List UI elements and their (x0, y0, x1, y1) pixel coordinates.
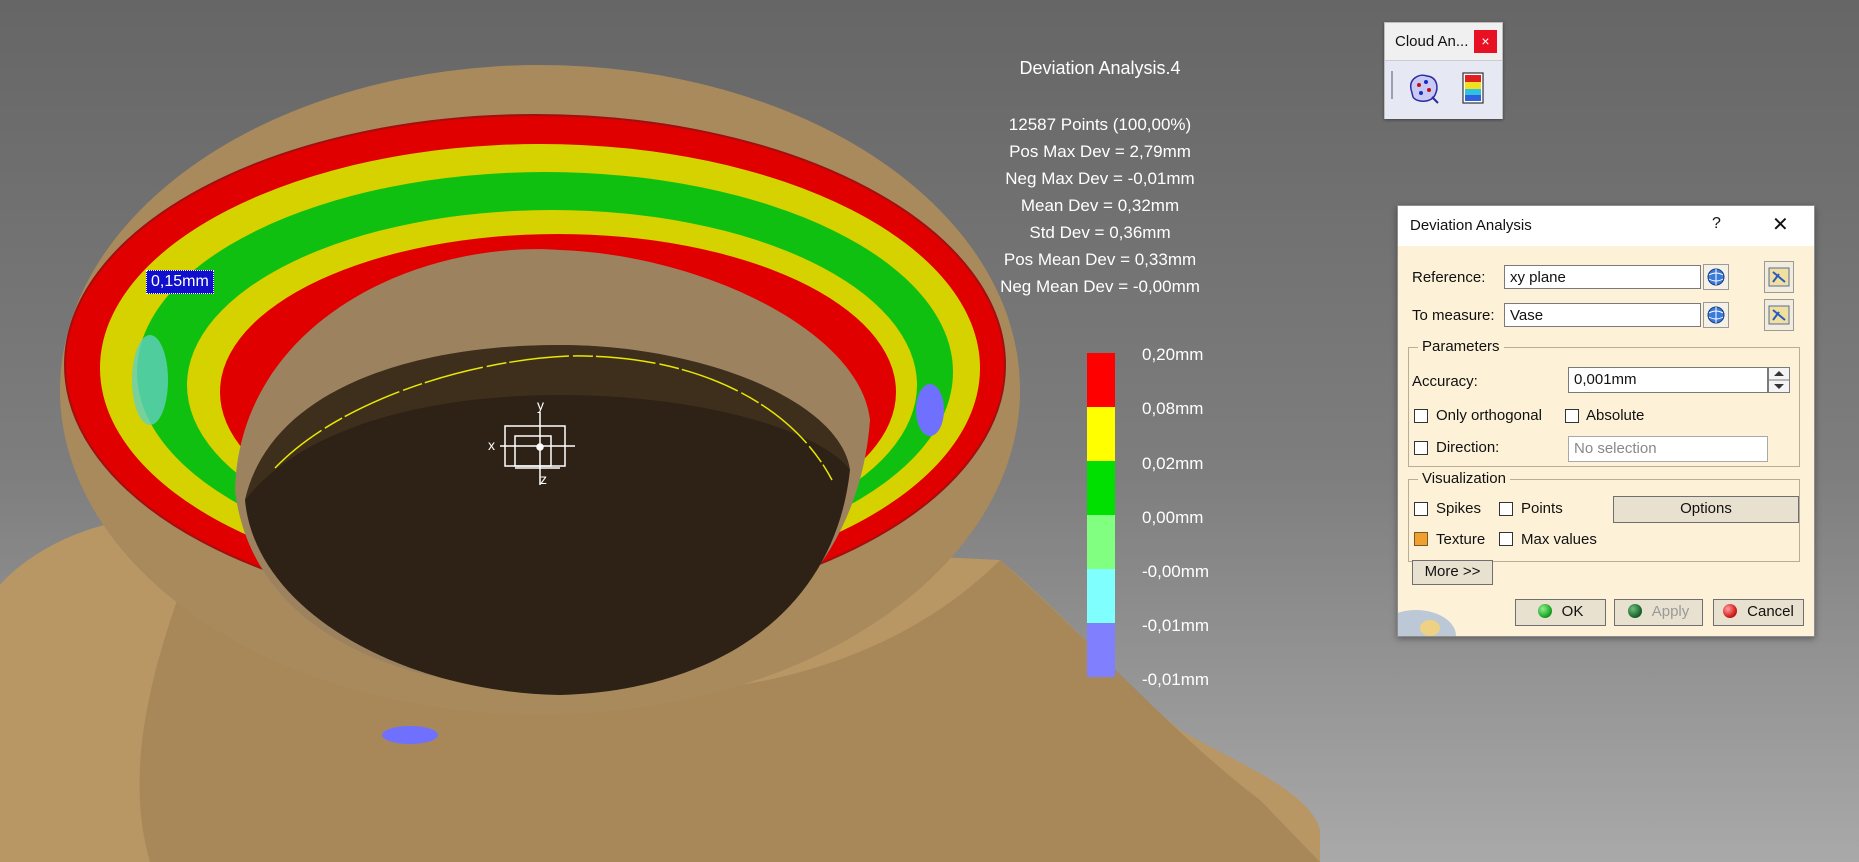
stat-pos-mean-dev: Pos Mean Dev = 0,33mm (1003, 250, 1197, 269)
reference-field[interactable]: xy plane (1504, 265, 1701, 289)
accuracy-label: Accuracy: (1412, 373, 1478, 390)
cancel-button[interactable]: Cancel (1713, 599, 1804, 626)
texture-checkbox[interactable] (1414, 532, 1428, 546)
apply-status-icon (1627, 604, 1642, 618)
spinner-arrows-icon[interactable] (1768, 367, 1790, 393)
apply-button[interactable]: Apply (1614, 599, 1703, 626)
parameters-title: Parameters (1418, 338, 1504, 355)
axis-y-label: y (537, 397, 544, 413)
deviation-color-icon[interactable] (1459, 70, 1489, 106)
spikes-label: Spikes (1436, 500, 1482, 517)
reference-globe-button[interactable] (1703, 264, 1729, 290)
direction-label: Direction: (1436, 439, 1500, 456)
cloud-analysis-icon[interactable] (1405, 71, 1441, 105)
reference-label: Reference: (1412, 269, 1486, 286)
reference-select-button[interactable] (1764, 261, 1794, 293)
scale-label-7: -0,01mm (1142, 670, 1210, 689)
visualization-title: Visualization (1418, 470, 1510, 487)
dialog-title: Deviation Analysis (1410, 217, 1532, 234)
apply-label: Apply (1651, 603, 1690, 620)
ok-label: OK (1561, 603, 1584, 620)
absolute-checkbox[interactable] (1565, 409, 1579, 423)
deviation-analysis-dialog[interactable]: Deviation Analysis ? ✕ Reference: xy pla… (1397, 205, 1815, 637)
to-measure-globe-button[interactable] (1703, 302, 1729, 328)
axis-x-label: x (488, 437, 495, 453)
direction-checkbox[interactable] (1414, 441, 1428, 455)
more-button[interactable]: More >> (1412, 560, 1493, 585)
ok-button[interactable]: OK (1515, 599, 1606, 626)
points-label: Points (1521, 500, 1563, 517)
cancel-status-icon (1723, 604, 1738, 618)
toolbar-grip[interactable] (1391, 71, 1393, 99)
rim-band-blue-patch-2 (382, 726, 438, 744)
color-scale-bar[interactable] (1087, 353, 1115, 677)
select-element-icon (1768, 305, 1790, 325)
spikes-checkbox[interactable] (1414, 502, 1428, 516)
accuracy-spinner[interactable]: 0,001mm (1568, 367, 1790, 393)
scale-label-6: -0,01mm (1142, 616, 1210, 635)
scale-label-4: 0,00mm (1142, 508, 1204, 527)
absolute-label: Absolute (1586, 407, 1645, 424)
axis-z-label: z (540, 471, 547, 487)
toolbar-close-button[interactable]: × (1474, 30, 1497, 53)
only-orthogonal-label: Only orthogonal (1436, 407, 1542, 424)
max-values-checkbox[interactable] (1499, 532, 1513, 546)
analysis-statistics: 12587 Points (100,00%) Pos Max Dev = 2,7… (960, 111, 1240, 300)
stat-mean-dev: Mean Dev = 0,32mm (1020, 196, 1180, 215)
ok-status-icon (1537, 604, 1552, 618)
dialog-titlebar[interactable]: Deviation Analysis ? ✕ (1398, 206, 1814, 246)
stat-std-dev: Std Dev = 0,36mm (1029, 223, 1171, 242)
toolbar-title: Cloud An... (1395, 33, 1469, 50)
close-button[interactable]: ✕ (1772, 212, 1789, 237)
stat-points: 12587 Points (100,00%) (1008, 115, 1192, 134)
scale-seg-3 (1087, 461, 1115, 515)
cancel-label: Cancel (1747, 603, 1794, 620)
to-measure-field[interactable]: Vase (1504, 303, 1701, 327)
to-measure-select-button[interactable] (1764, 299, 1794, 331)
stat-neg-mean-dev: Neg Mean Dev = -0,00mm (1000, 277, 1200, 296)
max-values-label: Max values (1521, 531, 1597, 548)
help-button[interactable]: ? (1712, 215, 1721, 233)
scale-seg-1 (1087, 353, 1115, 407)
toolbar-body (1385, 60, 1502, 119)
only-orthogonal-checkbox[interactable] (1414, 409, 1428, 423)
dialog-corner-decoration-icon (1398, 610, 1456, 636)
rim-band-cyan-patch (132, 335, 168, 425)
scale-label-1: 0,20mm (1142, 345, 1204, 364)
to-measure-label: To measure: (1412, 307, 1495, 324)
analysis-title: Deviation Analysis.4 (1019, 58, 1181, 78)
globe-icon (1707, 268, 1725, 286)
point-deviation-label[interactable]: 0,15mm (146, 270, 214, 294)
stat-pos-max-dev: Pos Max Dev = 2,79mm (1009, 142, 1191, 161)
options-button[interactable]: Options (1613, 496, 1799, 523)
points-checkbox[interactable] (1499, 502, 1513, 516)
scale-seg-6 (1087, 623, 1115, 677)
scale-seg-5 (1087, 569, 1115, 623)
globe-icon (1707, 306, 1725, 324)
rim-band-blue-patch-1 (916, 384, 944, 436)
stat-neg-max-dev: Neg Max Dev = -0,01mm (1005, 169, 1195, 188)
scale-label-3: 0,02mm (1142, 454, 1204, 473)
scale-label-2: 0,08mm (1142, 399, 1204, 418)
cloud-analysis-toolbar[interactable]: Cloud An... × (1384, 22, 1503, 119)
scale-seg-2 (1087, 407, 1115, 461)
scale-seg-4 (1087, 515, 1115, 569)
accuracy-field[interactable]: 0,001mm (1568, 367, 1768, 393)
scale-label-5: -0,00mm (1142, 562, 1210, 581)
select-element-icon (1768, 267, 1790, 287)
direction-field[interactable]: No selection (1568, 436, 1768, 462)
texture-label: Texture (1436, 531, 1486, 548)
